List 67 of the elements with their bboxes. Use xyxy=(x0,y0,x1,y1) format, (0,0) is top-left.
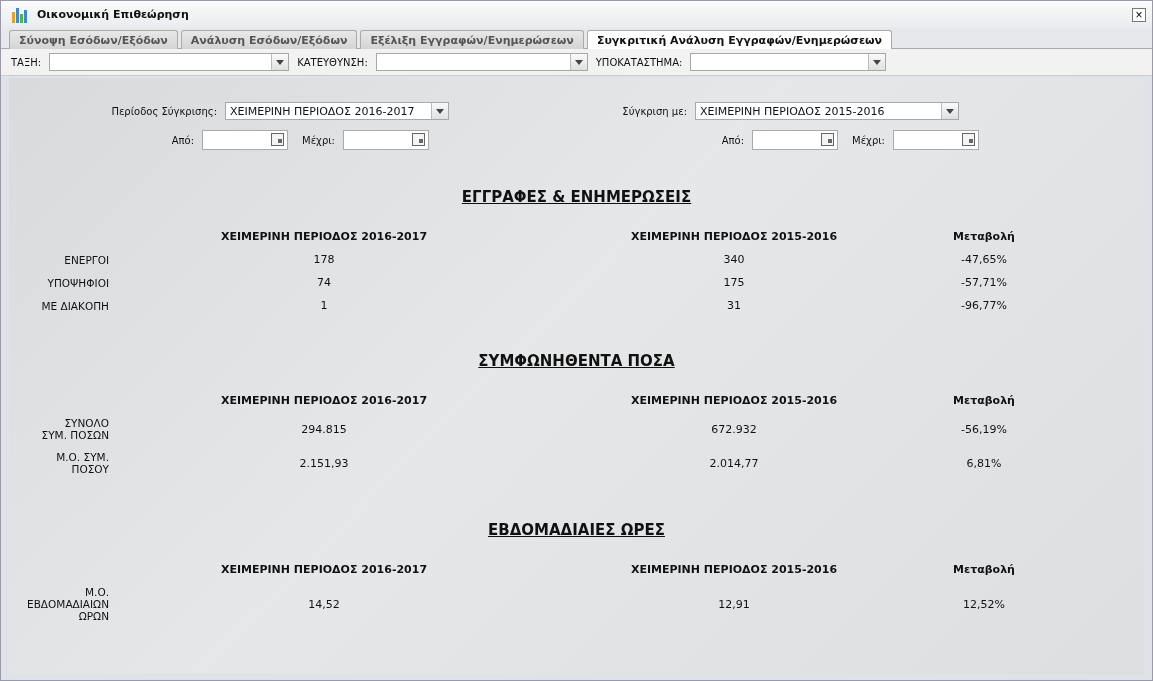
table-cell-text: 74 xyxy=(316,276,332,289)
row-label: ΜΕ ΔΙΑΚΟΠΗ xyxy=(40,299,110,312)
table-cell-text: 31 xyxy=(726,299,742,312)
caret-icon xyxy=(946,108,954,114)
table-cell-text: 294.815 xyxy=(300,422,348,436)
bar-chart-icon xyxy=(11,5,29,24)
column-header: Μεταβολή xyxy=(952,563,1016,576)
filter-label: ΥΠΟΚΑΤΑΣΤΗΜΑ: xyxy=(595,56,683,68)
calendar-icon[interactable] xyxy=(271,133,286,147)
column-header: ΧΕΙΜΕΡΙΝΗ ΠΕΡΙΟΔΟΣ 2015-2016 xyxy=(629,563,839,576)
close-button[interactable]: × xyxy=(1132,7,1146,22)
column-header: ΧΕΙΜΕΡΙΝΗ ΠΕΡΙΟΔΟΣ 2016-2017 xyxy=(219,394,429,407)
caret-icon xyxy=(873,59,882,65)
period-label: Περίοδος Σύγκρισης: xyxy=(111,105,217,117)
to-label: Μέχρι: xyxy=(852,134,885,146)
caret-icon xyxy=(574,59,583,65)
row-label: ΥΠΟΨΗΦΙΟΙ xyxy=(46,276,110,289)
tab[interactable]: Ανάλυση Εσόδων/Εξόδων xyxy=(180,30,358,49)
table-cell-text: 175 xyxy=(722,276,746,289)
period-dropdown[interactable]: ΧΕΙΜΕΡΙΝΗ ΠΕΡΙΟΔΟΣ 2016-2017 xyxy=(225,102,449,120)
column-header: Μεταβολή xyxy=(952,230,1016,243)
column-header: ΧΕΙΜΕΡΙΝΗ ΠΕΡΙΟΔΟΣ 2016-2017 xyxy=(219,230,429,243)
caret-icon xyxy=(436,108,444,114)
period-label: Σύγκριση με: xyxy=(622,105,687,117)
date-field[interactable] xyxy=(343,130,429,150)
from-label: Από: xyxy=(171,134,195,146)
filter-label: ΤΑΞΗ: xyxy=(11,56,42,68)
caret-icon xyxy=(276,59,285,65)
section-title: ΕΓΓΡΑΦΕΣ & ΕΝΗΜΕΡΩΣΕΙΣ xyxy=(460,188,693,206)
table-cell-text: 12,91 xyxy=(717,597,751,611)
date-field[interactable] xyxy=(202,130,289,150)
calendar-icon[interactable] xyxy=(821,133,836,147)
column-header: ΧΕΙΜΕΡΙΝΗ ΠΕΡΙΟΔΟΣ 2016-2017 xyxy=(219,563,429,576)
table-cell-text: 340 xyxy=(722,253,746,266)
table-cell-text: -47,65% xyxy=(960,253,1008,266)
table-cell-text: 1 xyxy=(319,299,329,312)
column-header: ΧΕΙΜΕΡΙΝΗ ΠΕΡΙΟΔΟΣ 2015-2016 xyxy=(629,394,839,407)
filter-label: ΚΑΤΕΥΘΥΝΣΗ: xyxy=(297,56,368,68)
row-label: Μ.Ο. ΣΥΜ. ΠΟΣΟΥ xyxy=(55,451,110,475)
to-label: Μέχρι: xyxy=(302,134,335,146)
window-title: Οικονομική Επιθεώρηση xyxy=(37,8,190,21)
period-dropdown[interactable]: ΧΕΙΜΕΡΙΝΗ ΠΕΡΙΟΔΟΣ 2015-2016 xyxy=(695,102,959,120)
row-label: ΣΥΝΟΛΟ ΣΥΜ. ΠΟΣΩΝ xyxy=(40,417,110,441)
table-cell-text: 178 xyxy=(312,253,336,266)
table-cell-text: 12,52% xyxy=(962,597,1006,611)
date-field[interactable] xyxy=(752,130,839,150)
table-cell-text: 672.932 xyxy=(710,422,758,436)
tab[interactable]: Εξέλιξη Εγγραφών/Ενημερώσεων xyxy=(360,30,584,49)
tab[interactable]: Σύνοψη Εσόδων/Εξόδων xyxy=(9,30,178,49)
calendar-icon[interactable] xyxy=(412,133,426,147)
calendar-icon[interactable] xyxy=(962,133,976,147)
row-label: ΕΝΕΡΓΟΙ xyxy=(63,253,110,266)
table-cell-text: -57,71% xyxy=(960,276,1008,289)
tab[interactable]: Συγκριτική Ανάλυση Εγγραφών/Ενημερώσεων xyxy=(586,30,893,49)
table-cell-text: 6,81% xyxy=(965,456,1003,470)
table-cell-text: 2.151,93 xyxy=(298,456,350,470)
table-cell-text: -96,77% xyxy=(960,299,1008,312)
section-title: ΣΥΜΦΩΝΗΘΕΝΤΑ ΠΟΣΑ xyxy=(477,352,676,370)
column-header: Μεταβολή xyxy=(952,394,1016,407)
row-label: Μ.Ο. ΕΒΔΟΜΑΔΙΑΙΩΝ ΩΡΩΝ xyxy=(26,586,110,622)
date-field[interactable] xyxy=(893,130,979,150)
table-cell-text: 2.014,77 xyxy=(708,456,760,470)
column-header: ΧΕΙΜΕΡΙΝΗ ΠΕΡΙΟΔΟΣ 2015-2016 xyxy=(629,230,839,243)
table-cell-text: 14,52 xyxy=(307,597,341,611)
table-cell-text: -56,19% xyxy=(960,422,1008,436)
section-title: ΕΒΔΟΜΑΔΙΑΙΕΣ ΩΡΕΣ xyxy=(487,521,666,539)
from-label: Από: xyxy=(721,134,745,146)
